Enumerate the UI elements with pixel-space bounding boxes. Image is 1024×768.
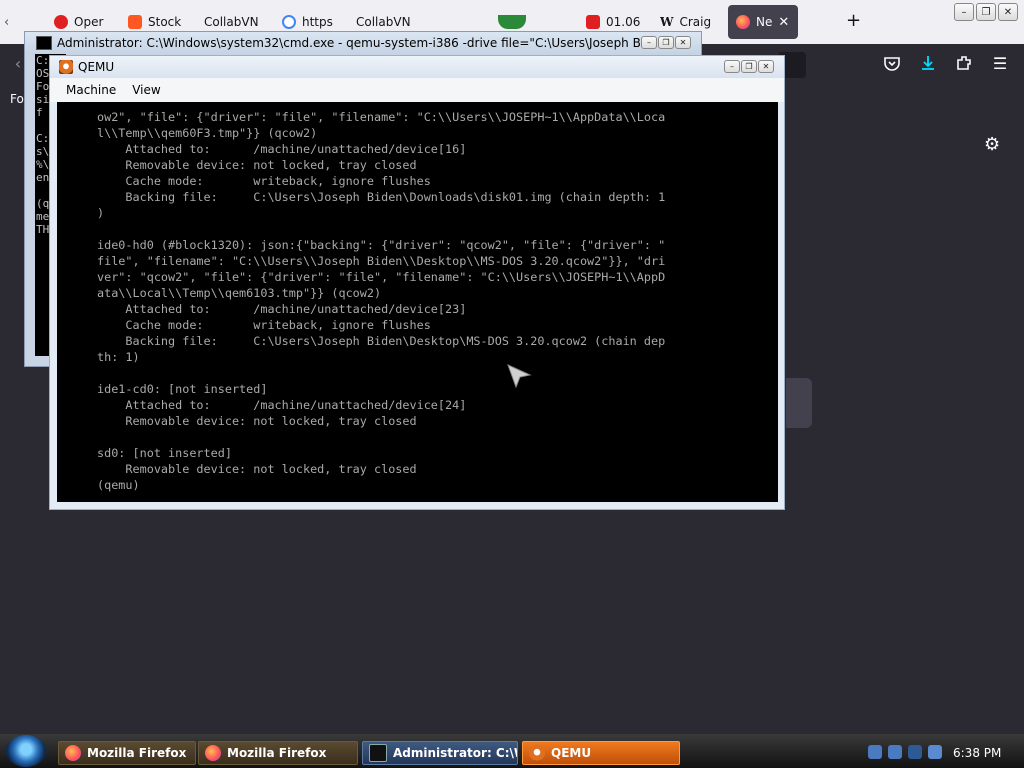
close-button[interactable]: ✕ bbox=[675, 36, 691, 49]
cmd-window-controls: – ❐ ✕ bbox=[641, 36, 691, 49]
qemu-title-bar[interactable]: QEMU bbox=[50, 56, 784, 78]
pocket-icon[interactable] bbox=[882, 54, 902, 74]
taskbar-button-firefox[interactable]: Mozilla Firefox bbox=[58, 741, 196, 765]
mouse-cursor-icon bbox=[507, 364, 532, 389]
maximize-button[interactable]: ❐ bbox=[741, 60, 757, 73]
browser-window-controls: – ❐ ✕ bbox=[954, 3, 1018, 21]
minimize-button[interactable]: – bbox=[724, 60, 740, 73]
tab-label: 01.06 bbox=[606, 15, 641, 29]
clock[interactable]: 6:38 PM bbox=[953, 746, 1001, 760]
cmd-window-title: Administrator: C:\Windows\system32\cmd.e… bbox=[57, 36, 647, 50]
cmd-icon bbox=[36, 36, 52, 50]
qemu-icon bbox=[529, 745, 545, 761]
qemu-display[interactable]: ow2", "file": {"driver": "file", "filena… bbox=[57, 102, 778, 502]
bookmark-item[interactable]: Fo bbox=[10, 92, 24, 106]
tab-favicon-icon bbox=[128, 15, 142, 29]
tab-label: Stock bbox=[148, 15, 182, 29]
extensions-icon[interactable] bbox=[954, 54, 974, 74]
green-media-icon bbox=[498, 15, 526, 29]
menu-machine[interactable]: Machine bbox=[66, 83, 116, 97]
taskbar-button-firefox[interactable]: Mozilla Firefox bbox=[198, 741, 358, 765]
firefox-icon bbox=[65, 745, 81, 761]
shield-icon[interactable] bbox=[868, 745, 882, 759]
qemu-window: QEMU – ❐ ✕ Machine View ow2", "file": {"… bbox=[49, 55, 785, 510]
active-browser-tab[interactable]: Ne ✕ bbox=[728, 5, 798, 39]
tab-scroll-left-button[interactable]: ‹ bbox=[4, 4, 18, 40]
menu-view[interactable]: View bbox=[132, 83, 160, 97]
close-button[interactable]: ✕ bbox=[998, 3, 1018, 21]
taskbar-label: Mozilla Firefox bbox=[87, 746, 187, 760]
tab-label: CollabVN bbox=[204, 15, 259, 29]
cmd-icon bbox=[369, 744, 387, 762]
taskbar-button-cmd[interactable]: Administrator: C:\Wi... bbox=[362, 741, 518, 765]
system-tray bbox=[868, 745, 942, 759]
wikipedia-icon: W bbox=[660, 15, 674, 29]
downloads-icon[interactable] bbox=[918, 54, 938, 74]
cmd-title-bar[interactable]: Administrator: C:\Windows\system32\cmd.e… bbox=[25, 32, 701, 54]
monitor-icon[interactable] bbox=[888, 745, 902, 759]
tab-label: CollabVN bbox=[356, 15, 411, 29]
google-icon bbox=[282, 15, 296, 29]
new-tab-button[interactable]: + bbox=[846, 10, 861, 31]
firefox-icon bbox=[205, 745, 221, 761]
qemu-window-title: QEMU bbox=[78, 60, 115, 74]
qemu-window-controls: – ❐ ✕ bbox=[724, 60, 774, 73]
qemu-icon bbox=[59, 60, 73, 74]
minimize-button[interactable]: – bbox=[954, 3, 974, 21]
volume-icon[interactable] bbox=[928, 745, 942, 759]
tab-label: Oper bbox=[74, 15, 104, 29]
tab-close-icon[interactable]: ✕ bbox=[778, 15, 789, 30]
firefox-icon bbox=[736, 15, 750, 29]
gear-icon[interactable]: ⚙ bbox=[984, 134, 1000, 155]
close-button[interactable]: ✕ bbox=[758, 60, 774, 73]
tab-label: Ne bbox=[756, 15, 773, 29]
taskbar-label: Administrator: C:\Wi... bbox=[393, 746, 517, 760]
tab-label: Craig bbox=[679, 15, 712, 29]
taskbar-label: Mozilla Firefox bbox=[227, 746, 327, 760]
taskbar-label: QEMU bbox=[551, 746, 592, 760]
minimize-button[interactable]: – bbox=[641, 36, 657, 49]
taskbar-button-qemu[interactable]: QEMU bbox=[522, 741, 680, 765]
maximize-button[interactable]: ❐ bbox=[976, 3, 996, 21]
start-button[interactable] bbox=[6, 735, 46, 767]
menu-icon[interactable]: ☰ bbox=[990, 54, 1010, 74]
network-icon[interactable] bbox=[908, 745, 922, 759]
tab-label: https bbox=[302, 15, 333, 29]
new-tab-tile[interactable] bbox=[786, 378, 812, 428]
qemu-monitor-console[interactable]: ow2", "file": {"driver": "file", "filena… bbox=[97, 109, 665, 493]
youtube-icon bbox=[586, 15, 600, 29]
qemu-menu-bar: Machine View bbox=[50, 78, 784, 102]
maximize-button[interactable]: ❐ bbox=[658, 36, 674, 49]
tab-favicon-icon bbox=[54, 15, 68, 29]
